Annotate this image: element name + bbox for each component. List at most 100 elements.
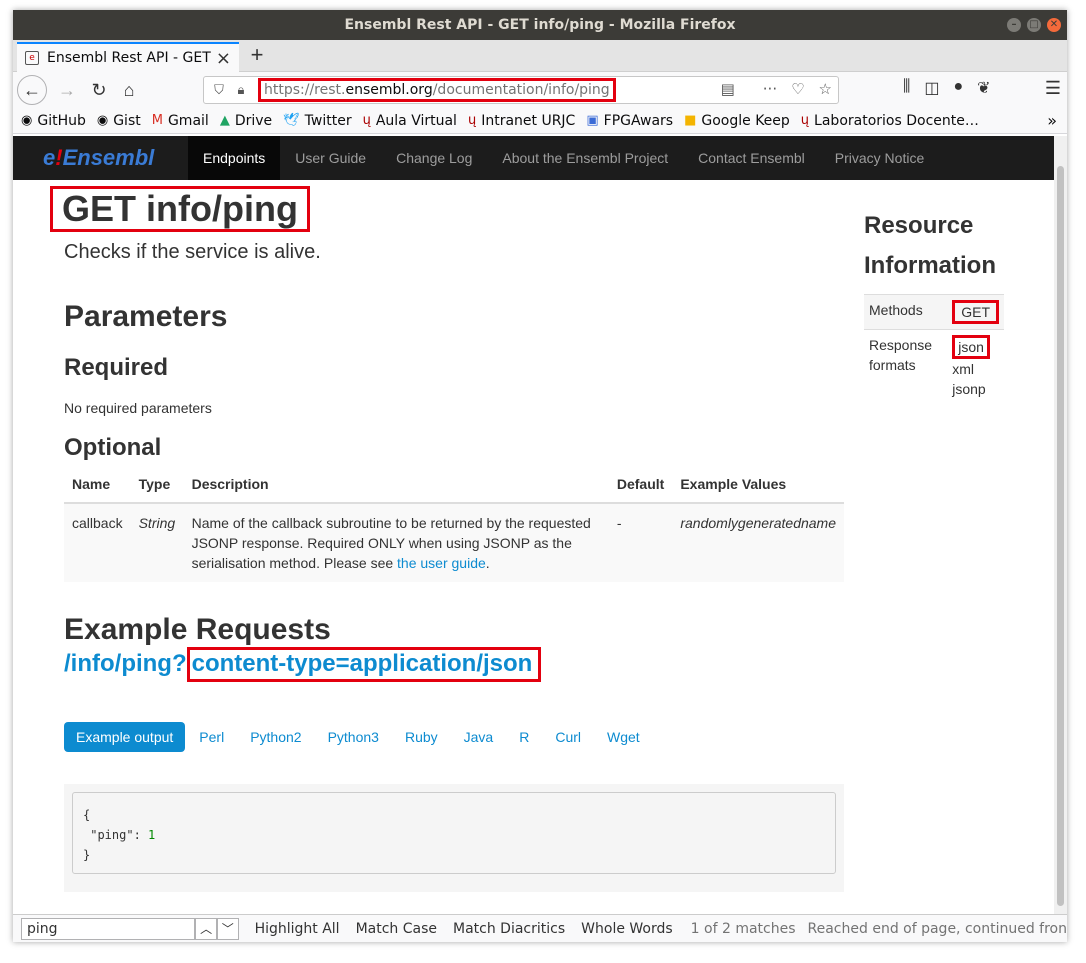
- required-heading: Required: [64, 354, 169, 381]
- back-button[interactable]: ←: [17, 75, 47, 105]
- urjc-icon: ų: [800, 113, 810, 128]
- tab-python3[interactable]: Python3: [316, 722, 391, 752]
- tab-r[interactable]: R: [507, 722, 541, 752]
- resource-information: Resource Information Methods GET Respons…: [864, 206, 1006, 404]
- find-bar: ping ︿ ﹀ Highlight All Match Case Match …: [13, 914, 1067, 942]
- tab-curl[interactable]: Curl: [543, 722, 593, 752]
- find-next-button[interactable]: ﹀: [216, 917, 239, 940]
- methods-value-cell: GET: [947, 294, 1004, 330]
- bookmark-star-icon[interactable]: ☆: [819, 80, 832, 98]
- methods-label: Methods: [864, 294, 948, 330]
- nav-user-guide[interactable]: User Guide: [280, 136, 381, 180]
- sidebar-icon[interactable]: ◫: [924, 78, 939, 98]
- find-previous-button[interactable]: ︿: [195, 917, 217, 940]
- bookmark-drive[interactable]: ▲ Drive: [220, 113, 272, 129]
- twitter-icon: 🕊︎: [283, 113, 300, 128]
- match-diacritics-option[interactable]: Match Diacritics: [453, 921, 565, 937]
- bookmark-gmail[interactable]: M Gmail: [152, 113, 209, 129]
- cell-default: -: [608, 503, 673, 582]
- format-json: json: [952, 335, 990, 359]
- bookmark-fpgawars[interactable]: ▣ FPGAwars: [586, 113, 673, 129]
- nav-endpoints[interactable]: Endpoints: [188, 136, 281, 180]
- chat-icon: ▣: [586, 113, 599, 128]
- more-bookmarks-icon[interactable]: »: [1047, 111, 1057, 130]
- gmail-icon: M: [151, 113, 163, 128]
- bookmark-github[interactable]: ◉ GitHub: [21, 113, 86, 129]
- nav-about[interactable]: About the Ensembl Project: [487, 136, 683, 180]
- window-title: Ensembl Rest API - GET info/ping - Mozil…: [344, 17, 736, 33]
- tab-java[interactable]: Java: [452, 722, 506, 752]
- no-required-text: No required parameters: [64, 400, 212, 416]
- highlight-all-option[interactable]: Highlight All: [255, 921, 340, 937]
- col-default: Default: [608, 463, 673, 504]
- example-request-link[interactable]: /info/ping? content-type=application/json: [64, 647, 542, 682]
- pocket-icon[interactable]: ♡: [791, 80, 804, 98]
- lock-icon[interactable]: 🔒︎: [230, 83, 252, 98]
- cell-example: randomlygeneratedname: [672, 503, 844, 582]
- reload-button[interactable]: ↻: [85, 76, 113, 104]
- url-text[interactable]: https://rest.ensembl.org/documentation/i…: [258, 78, 616, 102]
- format-jsonp: jsonp: [952, 381, 986, 397]
- col-name: Name: [64, 463, 131, 504]
- cell-description: Name of the callback subroutine to be re…: [183, 503, 609, 582]
- reader-view-icon[interactable]: ▤: [721, 80, 735, 98]
- scrollbar-thumb[interactable]: [1057, 166, 1064, 906]
- bookmark-laboratorios[interactable]: ų Laboratorios Docente…: [801, 113, 979, 129]
- whole-words-option[interactable]: Whole Words: [581, 921, 673, 937]
- bookmark-intranet-urjc[interactable]: ų Intranet URJC: [468, 113, 575, 129]
- example-output-panel: { "ping": 1 }: [64, 784, 844, 892]
- urjc-icon: ų: [467, 113, 477, 128]
- url-bar[interactable]: ⛉ 🔒︎ https://rest.ensembl.org/documentat…: [203, 76, 839, 104]
- tab-title: Ensembl Rest API - GET i: [47, 50, 212, 66]
- ensembl-logo[interactable]: e!Ensembl: [13, 145, 188, 171]
- github-icon: ◉: [96, 113, 109, 128]
- page-content: e!Ensembl Endpoints User Guide Change Lo…: [13, 136, 1054, 916]
- tab-python2[interactable]: Python2: [238, 722, 313, 752]
- match-case-option[interactable]: Match Case: [356, 921, 437, 937]
- formats-label: Response formats: [864, 329, 948, 404]
- parameters-table: Name Type Description Default Example Va…: [64, 463, 844, 582]
- bookmark-google-keep[interactable]: ■ Google Keep: [684, 113, 790, 129]
- find-wrap-status: Reached end of page, continued fron: [807, 920, 1067, 937]
- bookmark-aula-virtual[interactable]: ų Aula Virtual: [363, 113, 457, 129]
- tab-wget[interactable]: Wget: [595, 722, 652, 752]
- home-button[interactable]: ⌂: [115, 76, 143, 104]
- account-icon[interactable]: ●: [954, 78, 964, 98]
- request-query[interactable]: content-type=application/json: [186, 647, 542, 682]
- cell-name: callback: [64, 503, 131, 582]
- drive-icon: ▲: [219, 113, 230, 128]
- example-tabs: Example output Perl Python2 Python3 Ruby…: [64, 722, 654, 752]
- close-icon[interactable]: ✕: [1047, 18, 1061, 32]
- new-tab-button[interactable]: +: [243, 42, 271, 70]
- bookmark-gist[interactable]: ◉ Gist: [97, 113, 141, 129]
- tab-example-output[interactable]: Example output: [64, 722, 186, 752]
- maximize-icon[interactable]: □: [1027, 18, 1041, 32]
- user-guide-link[interactable]: the user guide: [397, 555, 486, 571]
- tab-active[interactable]: e Ensembl Rest API - GET i ×: [17, 42, 239, 72]
- extension-icon[interactable]: ❦: [977, 78, 990, 98]
- page-lead: Checks if the service is alive.: [64, 241, 321, 263]
- shield-icon[interactable]: ⛉: [208, 83, 230, 98]
- bookmark-twitter[interactable]: 🕊︎ Twitter: [283, 113, 351, 129]
- find-input[interactable]: ping: [21, 917, 196, 940]
- page-scrollbar[interactable]: [1054, 136, 1067, 916]
- hamburger-menu-icon[interactable]: ☰: [1045, 78, 1061, 99]
- col-example: Example Values: [672, 463, 844, 504]
- col-description: Description: [183, 463, 609, 504]
- site-navbar: e!Ensembl Endpoints User Guide Change Lo…: [13, 136, 1054, 180]
- format-xml: xml: [952, 361, 974, 377]
- tab-perl[interactable]: Perl: [187, 722, 236, 752]
- tab-close-icon[interactable]: ×: [216, 48, 231, 69]
- tab-ruby[interactable]: Ruby: [393, 722, 450, 752]
- cell-type: String: [130, 503, 184, 582]
- nav-privacy[interactable]: Privacy Notice: [820, 136, 939, 180]
- page-actions-icon[interactable]: ···: [763, 80, 777, 98]
- forward-button[interactable]: →: [53, 76, 81, 104]
- table-header-row: Name Type Description Default Example Va…: [64, 463, 844, 504]
- info-table: Methods GET Response formats json xml jso…: [864, 294, 1004, 404]
- nav-contact[interactable]: Contact Ensembl: [683, 136, 820, 180]
- code-block: { "ping": 1 }: [72, 792, 836, 874]
- minimize-icon[interactable]: –: [1007, 18, 1021, 32]
- library-icon[interactable]: ⫼: [903, 78, 910, 98]
- nav-change-log[interactable]: Change Log: [381, 136, 487, 180]
